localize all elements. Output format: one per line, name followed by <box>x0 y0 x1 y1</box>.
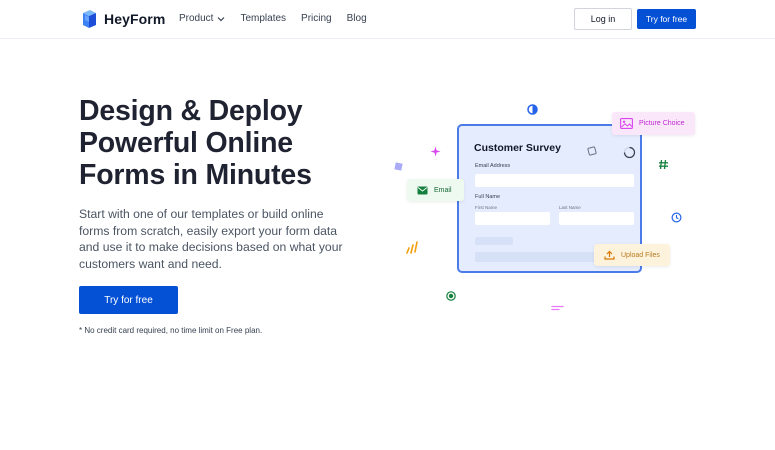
email-tag: Email <box>407 179 464 201</box>
nav-item-templates[interactable]: Templates <box>240 13 286 24</box>
mail-icon <box>417 186 428 194</box>
half-circle-icon <box>527 104 538 115</box>
image-icon <box>620 118 633 129</box>
nav-item-templates-label: Templates <box>240 13 287 24</box>
upload-files-tag-label: Upload Files <box>621 251 660 259</box>
hero-subtitle: Start with one of our templates or build… <box>79 207 343 271</box>
try-for-free-nav-button[interactable]: Try for free <box>637 9 696 29</box>
logo[interactable]: HeyForm <box>81 9 165 29</box>
heyform-logo-icon <box>83 10 96 28</box>
logo-text: HeyForm <box>104 11 166 27</box>
nav-item-blog-label: Blog <box>346 13 367 24</box>
email-tag-label: Email <box>434 186 452 194</box>
login-button[interactable]: Log in <box>574 8 632 30</box>
hashtag-icon <box>659 159 668 170</box>
picture-choice-tag: Picture Choice <box>612 112 695 135</box>
nav-item-blog[interactable]: Blog <box>347 13 367 24</box>
chevron-down-icon <box>218 16 225 21</box>
top-navigation: HeyForm Product Templates Pricing Blog L… <box>0 0 775 39</box>
hero-title: Design & Deploy Powerful Online Forms in… <box>79 95 379 191</box>
cube-sticker-icon <box>394 162 403 171</box>
picture-choice-tag-label: Picture Choice <box>639 120 685 127</box>
nav-item-product-label: Product <box>179 13 214 24</box>
sparkle-icon <box>430 146 441 157</box>
hero-title-line-2: Powerful Online <box>79 127 293 159</box>
email-address-label: Email Address <box>475 163 511 169</box>
full-name-label: Full Name <box>475 194 501 200</box>
clock-icon <box>671 212 682 223</box>
hero-note: * No credit card required, no time limit… <box>79 326 263 335</box>
first-name-field <box>475 212 550 225</box>
nav-item-pricing[interactable]: Pricing <box>301 13 332 24</box>
try-for-free-hero-button[interactable]: Try for free <box>79 286 178 314</box>
dash-lines-icon <box>551 305 564 311</box>
survey-title: Customer Survey <box>474 142 561 154</box>
last-name-field <box>559 212 634 225</box>
last-name-label: Last Name <box>559 205 581 210</box>
placeholder-bar <box>475 237 513 245</box>
first-name-label: First Name <box>475 205 498 210</box>
nav-item-pricing-label: Pricing <box>301 13 332 24</box>
lines-sticker-icon <box>406 241 418 254</box>
email-address-field <box>475 174 634 187</box>
hero-title-line-1: Design & Deploy <box>79 95 303 127</box>
radio-icon <box>446 291 456 301</box>
placeholder-bar <box>475 252 599 262</box>
tag-icon <box>587 146 597 156</box>
upload-icon <box>604 250 615 260</box>
hero-title-line-3: Forms in Minutes <box>79 159 312 191</box>
nav-item-product[interactable]: Product <box>179 13 225 24</box>
progress-spinner-icon <box>623 146 636 159</box>
upload-files-tag: Upload Files <box>594 244 670 266</box>
nav-links: Product Templates Pricing Blog <box>179 13 367 24</box>
